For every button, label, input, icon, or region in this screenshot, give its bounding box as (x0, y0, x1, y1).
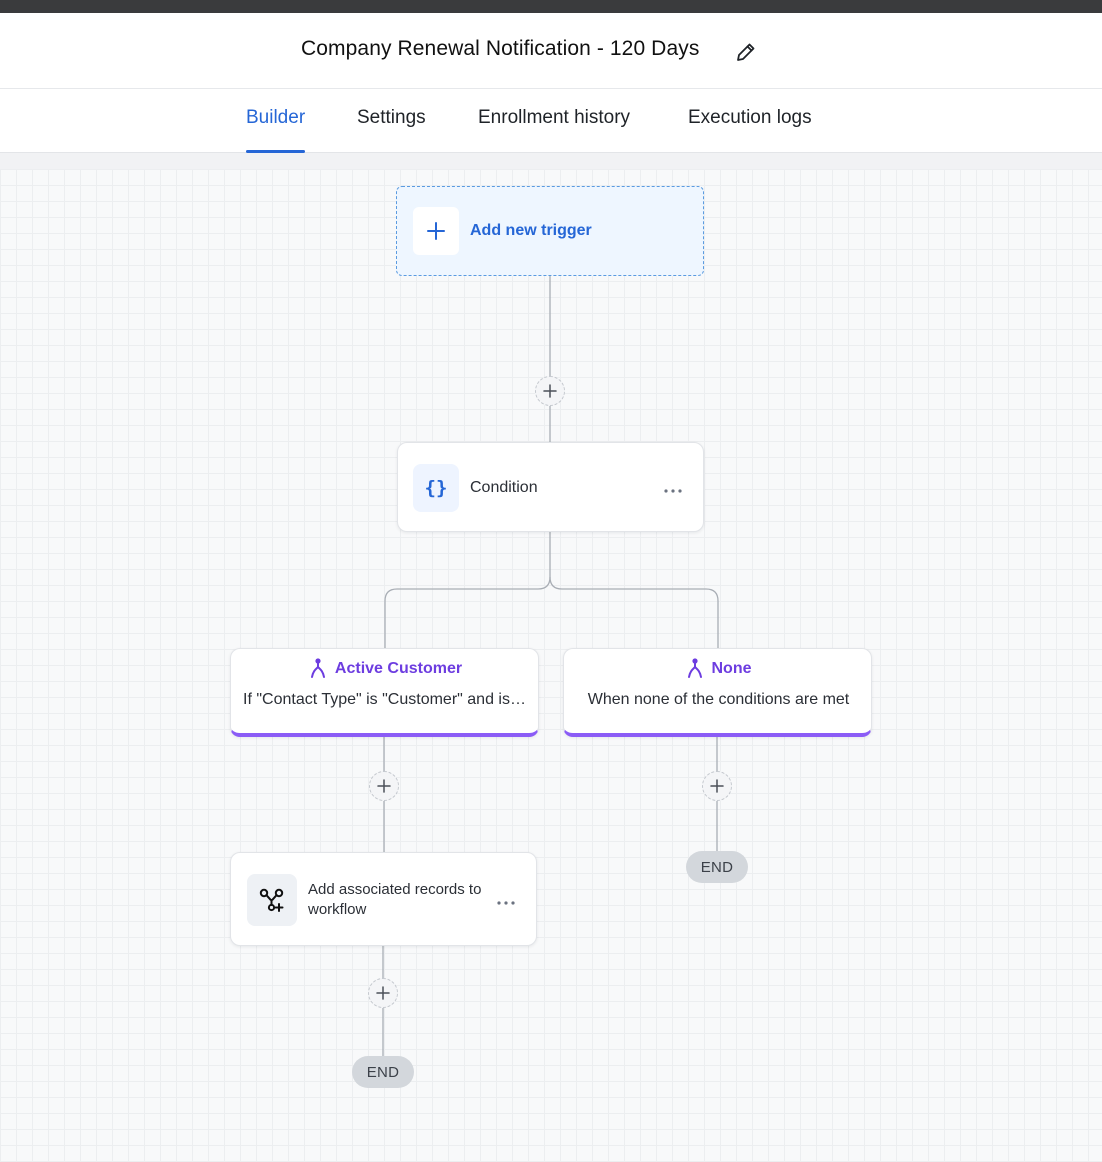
more-options-icon[interactable] (496, 895, 516, 905)
branch-title: None (711, 660, 752, 677)
branch-title: Active Customer (334, 660, 463, 677)
tab-bar: Builder Settings Enrollment history Exec… (0, 89, 1102, 153)
title-bar: Company Renewal Notification - 120 Days (0, 13, 1102, 89)
action-icon-tile (247, 874, 297, 926)
tab-execution-logs[interactable]: Execution logs (688, 107, 812, 153)
add-trigger-label: Add new trigger (470, 222, 592, 239)
plus-icon (377, 779, 391, 793)
branch-header: None (564, 658, 871, 680)
branch-icon (687, 658, 702, 678)
branch-icon (310, 658, 325, 678)
plus-icon (710, 779, 724, 793)
trigger-icon-tile (413, 207, 459, 255)
plus-icon (543, 384, 557, 398)
action-card[interactable]: Add associated records to workflow (230, 852, 537, 946)
tab-enrollment-history[interactable]: Enrollment history (478, 107, 630, 153)
workflow-title: Company Renewal Notification - 120 Days (301, 37, 700, 60)
condition-icon-tile: {} (413, 464, 459, 512)
branch-description: If "Contact Type" is "Customer" and is "… (243, 691, 528, 708)
connector-lines (382, 276, 719, 1056)
tab-builder[interactable]: Builder (246, 107, 306, 153)
condition-label: Condition (470, 479, 538, 496)
more-options-icon[interactable] (663, 483, 683, 493)
end-node: END (352, 1056, 414, 1088)
plus-icon (427, 222, 445, 240)
branch-header: Active Customer (231, 658, 538, 680)
plus-icon (376, 986, 390, 1000)
associated-records-icon (259, 888, 284, 912)
tab-settings[interactable]: Settings (357, 107, 426, 153)
window-top-bar (0, 0, 1102, 13)
pencil-icon[interactable] (734, 40, 758, 64)
branch-card-none[interactable]: None When none of the conditions are met (563, 648, 872, 737)
workflow-canvas[interactable]: Add new trigger {} Condition Active Cust… (0, 153, 1102, 1162)
add-step-button[interactable] (702, 771, 732, 801)
add-trigger-card[interactable]: Add new trigger (396, 186, 704, 276)
end-node: END (686, 851, 748, 883)
add-step-button[interactable] (368, 978, 398, 1008)
add-step-button[interactable] (369, 771, 399, 801)
action-label: Add associated records to workflow (308, 881, 482, 918)
braces-icon: {} (424, 477, 448, 499)
branch-card-active-customer[interactable]: Active Customer If "Contact Type" is "Cu… (230, 648, 539, 737)
add-step-button[interactable] (535, 376, 565, 406)
condition-card[interactable]: {} Condition (397, 442, 704, 532)
branch-description: When none of the conditions are met (587, 691, 850, 708)
